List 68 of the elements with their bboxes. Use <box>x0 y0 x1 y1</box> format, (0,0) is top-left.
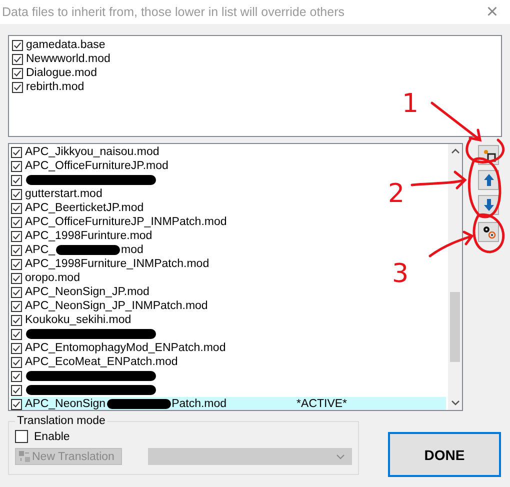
done-button[interactable]: DONE <box>388 432 501 477</box>
chevron-down-icon <box>336 454 345 460</box>
checkbox[interactable] <box>11 370 22 382</box>
file-name: APC_NeonSign <box>25 398 106 410</box>
arrow-down-icon <box>482 198 494 212</box>
checkbox[interactable] <box>11 286 22 298</box>
checkbox[interactable] <box>11 174 22 186</box>
checkbox[interactable] <box>15 430 28 443</box>
status-label: *ACTIVE* <box>296 398 348 410</box>
scroll-up-icon[interactable] <box>450 148 460 154</box>
settings-icon <box>482 225 496 239</box>
file-name: APC_OfficeFurnitureJP_INMPatch.mod <box>25 216 227 228</box>
checkbox[interactable] <box>12 82 23 92</box>
file-name: APC_1998Furniture_INMPatch.mod <box>25 258 210 270</box>
annotation-number: 3 <box>392 259 409 289</box>
checkbox[interactable] <box>11 398 22 410</box>
checkbox[interactable] <box>11 244 22 256</box>
window-title: Data files to inherit from, those lower in list will override others <box>2 5 344 19</box>
checkbox[interactable] <box>11 300 22 312</box>
scrollbar[interactable] <box>448 144 462 410</box>
file-name: APC_1998Furinture.mod <box>25 230 152 242</box>
checkbox-label: Enable <box>34 430 70 442</box>
checkbox[interactable] <box>11 342 22 354</box>
file-name: gutterstart.mod <box>25 188 102 200</box>
arrow-up-icon <box>482 173 494 187</box>
checkbox[interactable] <box>11 202 22 214</box>
checkbox[interactable] <box>11 356 22 368</box>
file-name: APC_NeonSign_JP.mod <box>25 286 150 298</box>
checkbox[interactable] <box>11 314 22 326</box>
file-name: Patch.mod <box>172 398 227 410</box>
file-name: APC_EcoMeat_ENPatch.mod <box>25 356 178 368</box>
checkbox[interactable] <box>11 230 22 242</box>
checkbox[interactable] <box>11 216 22 228</box>
checkbox[interactable] <box>12 40 23 50</box>
checkbox[interactable] <box>11 146 22 158</box>
add-window-icon <box>482 148 496 162</box>
checkbox[interactable] <box>12 54 23 64</box>
checkbox[interactable] <box>11 384 22 396</box>
file-name: APC_NeonSign_JP_INMPatch.mod <box>25 300 208 312</box>
close-button[interactable]: × <box>480 2 504 22</box>
move-up-button[interactable] <box>478 170 499 190</box>
file-name: APC_BeerticketJP.mod <box>25 202 144 214</box>
redaction-mark <box>106 399 171 409</box>
checkbox[interactable] <box>12 68 23 78</box>
file-name: gamedata.base <box>26 39 106 51</box>
translate-icon <box>18 450 31 463</box>
file-name: APC_OfficeFurnitureJP.mod <box>25 160 168 172</box>
file-name: rebirth.mod <box>26 81 84 93</box>
file-name: APC_EntomophagyMod_ENPatch.mod <box>25 342 226 354</box>
file-name: Koukoku_sekihi.mod <box>25 314 132 326</box>
group-title: Translation mode <box>16 415 106 427</box>
settings-button[interactable] <box>478 222 499 242</box>
checkbox[interactable] <box>11 328 22 340</box>
file-name: Newwworld.mod <box>26 53 110 65</box>
annotation-number: 1 <box>402 89 419 119</box>
file-name: Dialogue.mod <box>26 67 97 79</box>
scroll-down-icon[interactable] <box>450 400 460 406</box>
file-name: oropo.mod <box>25 272 80 284</box>
file-name: mod <box>121 244 144 256</box>
checkbox[interactable] <box>11 160 22 172</box>
file-name: APC_ <box>25 244 56 256</box>
checkbox[interactable] <box>11 272 22 284</box>
checkbox[interactable] <box>11 258 22 270</box>
file-name: APC_Jikkyou_naisou.mod <box>25 146 160 158</box>
checkbox[interactable] <box>11 188 22 200</box>
redaction-mark <box>56 245 120 255</box>
annotation-number: 2 <box>388 179 405 209</box>
scrollbar-thumb[interactable] <box>450 292 460 362</box>
